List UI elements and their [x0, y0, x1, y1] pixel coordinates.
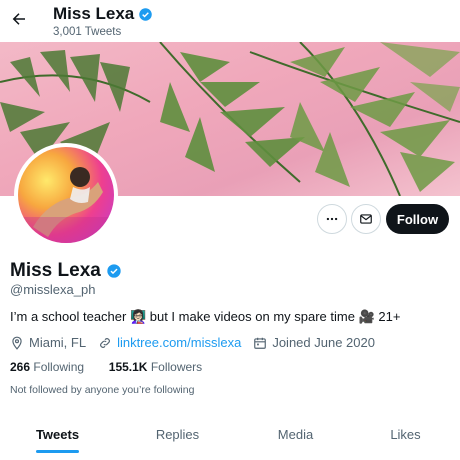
- bio: I’m a school teacher 👩🏻‍🏫 but I make vid…: [10, 309, 401, 324]
- follow-button[interactable]: Follow: [386, 204, 449, 234]
- tab-tweets[interactable]: Tweets: [0, 414, 115, 454]
- tab-media[interactable]: Media: [238, 414, 353, 454]
- header-name-text: Miss Lexa: [53, 4, 135, 23]
- more-button[interactable]: [317, 204, 347, 234]
- more-icon: [326, 217, 338, 221]
- message-button[interactable]: [351, 204, 381, 234]
- header-name: Miss Lexa: [53, 4, 153, 24]
- verified-badge-icon: [139, 7, 153, 21]
- follow-stats: 266 Following 155.1K Followers: [10, 360, 202, 374]
- followers-stat[interactable]: 155.1K Followers: [109, 360, 202, 374]
- display-name: Miss Lexa: [10, 260, 122, 282]
- joined-text: Joined June 2020: [272, 335, 375, 350]
- profile-tabs: Tweets Replies Media Likes: [0, 414, 460, 460]
- top-bar: Miss Lexa 3,001 Tweets: [0, 0, 460, 42]
- avatar[interactable]: [14, 143, 118, 247]
- following-label: Following: [33, 360, 85, 374]
- handle: @misslexa_ph: [10, 282, 96, 297]
- following-stat[interactable]: 266 Following: [10, 360, 84, 374]
- tab-replies[interactable]: Replies: [120, 414, 235, 454]
- not-followed-note: Not followed by anyone you’re following: [10, 384, 195, 396]
- profile-meta: Miami, FL linktree.com/misslexa Joined J…: [10, 335, 387, 350]
- profile-link[interactable]: linktree.com/misslexa: [98, 335, 241, 350]
- location-text: Miami, FL: [29, 335, 87, 350]
- calendar-icon: [254, 337, 267, 349]
- tab-likes[interactable]: Likes: [348, 414, 460, 454]
- followers-count: 155.1K: [108, 360, 148, 374]
- display-name-text: Miss Lexa: [10, 260, 101, 281]
- location-icon: [12, 336, 22, 350]
- link-icon: [100, 337, 110, 348]
- avatar-image: [18, 147, 114, 243]
- location: Miami, FL: [10, 335, 86, 350]
- followers-label: Followers: [150, 360, 203, 374]
- avatar-photo: [18, 167, 114, 243]
- active-tab-indicator: [36, 450, 79, 453]
- verified-badge-icon: [107, 264, 121, 278]
- message-icon: [360, 214, 372, 224]
- back-arrow-icon[interactable]: [10, 10, 28, 28]
- joined-date: Joined June 2020: [253, 335, 375, 350]
- following-count: 266: [10, 360, 31, 374]
- link-text[interactable]: linktree.com/misslexa: [117, 335, 241, 350]
- tweets-count: 3,001 Tweets: [53, 26, 122, 38]
